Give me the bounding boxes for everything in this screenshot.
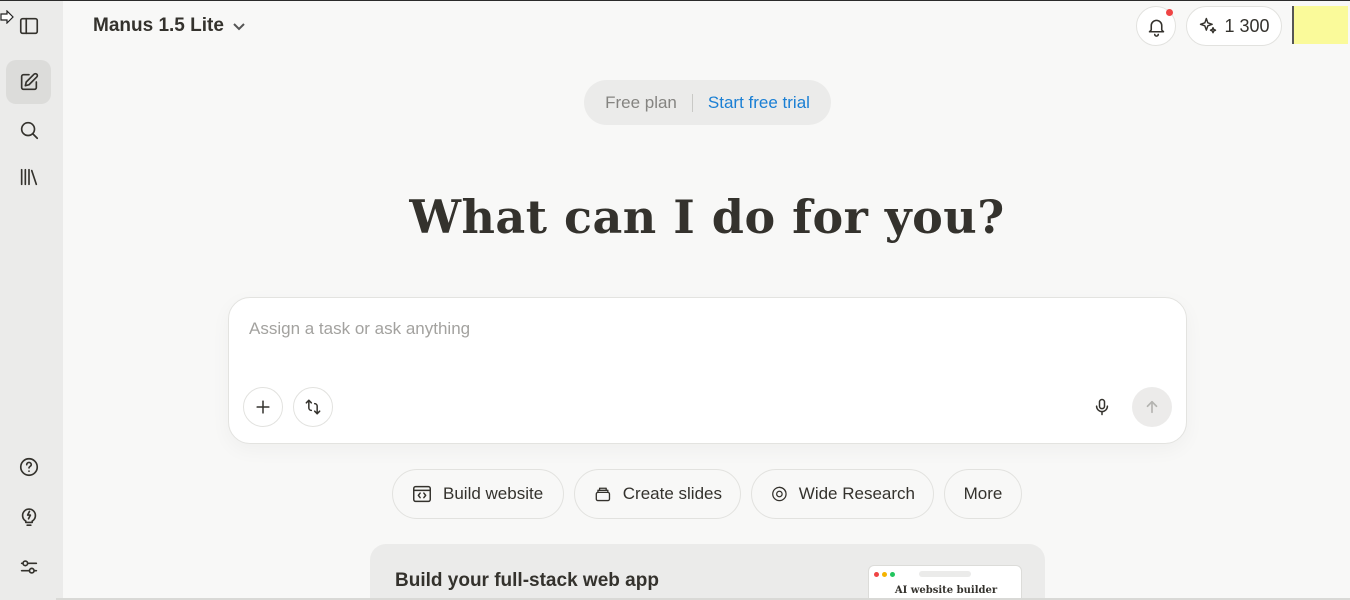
- research-orbit-icon: [772, 486, 787, 502]
- plan-divider: [691, 93, 693, 112]
- help-icon: [19, 457, 38, 477]
- promo-card[interactable]: Build your full-stack web app AI website…: [370, 544, 1045, 600]
- plan-banner: Free plan Start free trial: [584, 80, 831, 125]
- window-top-border: [0, 0, 1350, 1]
- sliders-icon: [20, 560, 37, 574]
- promo-title: Build your full-stack web app: [395, 570, 659, 591]
- preview-address-bar: [919, 571, 971, 577]
- slides-stack-icon: [595, 487, 611, 502]
- plan-label: Free plan: [605, 92, 677, 112]
- chip-label: Build website: [443, 484, 544, 503]
- chip-label: Wide Research: [798, 484, 915, 503]
- search-icon: [20, 121, 38, 140]
- lightbulb-bolt-icon: [21, 508, 36, 526]
- sparkle-icon: [1200, 17, 1217, 34]
- send-button[interactable]: [1132, 387, 1172, 427]
- avatar[interactable]: [1292, 6, 1348, 44]
- more-chip[interactable]: More: [944, 469, 1022, 519]
- wide-research-chip[interactable]: Wide Research: [751, 469, 934, 519]
- task-composer: [228, 297, 1187, 444]
- start-trial-link[interactable]: Start free trial: [708, 93, 810, 113]
- tools-connect-icon: [305, 399, 321, 415]
- new-task-button[interactable]: [6, 60, 51, 104]
- code-window-icon: [413, 485, 431, 503]
- preview-label: AI website builder: [894, 585, 998, 596]
- create-slides-chip[interactable]: Create slides: [574, 469, 741, 519]
- task-input[interactable]: [249, 316, 1149, 342]
- voice-input-button[interactable]: [1088, 387, 1116, 427]
- add-attachment-button[interactable]: [243, 387, 283, 427]
- tools-button[interactable]: [293, 387, 333, 427]
- settings-button[interactable]: [6, 545, 51, 589]
- credits-value: 1 300: [1224, 15, 1270, 36]
- notifications-button[interactable]: [1136, 6, 1176, 46]
- plus-icon: [256, 400, 270, 414]
- website-builder-preview: AI website builder: [868, 565, 1022, 600]
- library-icon: [20, 168, 37, 186]
- tips-button[interactable]: [6, 494, 51, 538]
- sidebar: [0, 0, 63, 600]
- sidebar-panel-icon: [19, 17, 38, 35]
- notification-dot: [1166, 9, 1173, 16]
- chip-label: Create slides: [622, 484, 722, 503]
- bell-icon: [1148, 19, 1164, 37]
- credits-button[interactable]: 1 300: [1186, 6, 1282, 46]
- page-title: What can I do for you?: [409, 190, 1005, 244]
- edit-icon: [20, 72, 38, 91]
- toggle-sidebar-button[interactable]: [6, 4, 51, 48]
- help-button[interactable]: [6, 445, 51, 489]
- microphone-icon: [1095, 398, 1109, 416]
- window-controls: [874, 572, 895, 577]
- model-label: Manus 1.5 Lite: [93, 15, 224, 36]
- build-website-chip[interactable]: Build website: [392, 469, 564, 519]
- arrow-up-icon: [1146, 400, 1158, 414]
- search-button[interactable]: [6, 108, 51, 152]
- model-selector[interactable]: Manus 1.5 Lite: [93, 14, 246, 38]
- chip-label: More: [963, 484, 1003, 503]
- chevron-down-icon: [233, 23, 245, 31]
